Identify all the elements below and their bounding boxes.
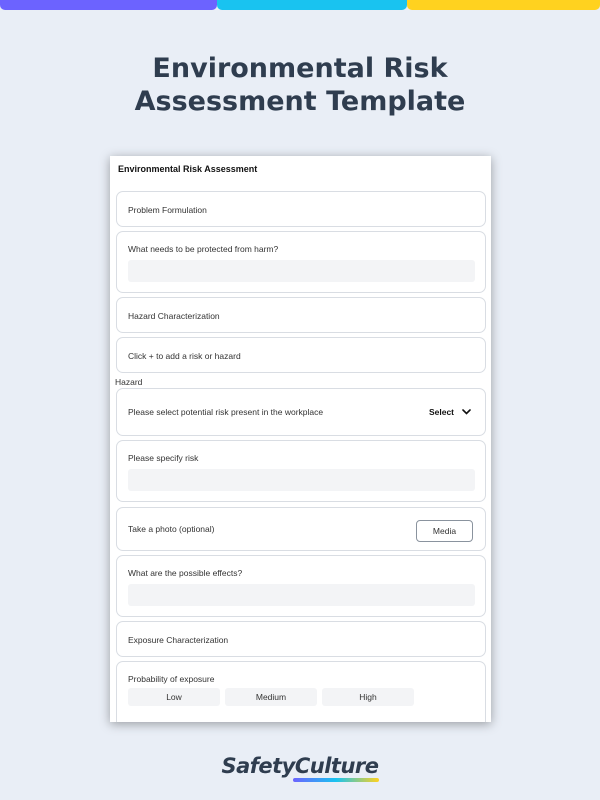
select-risk-label: Please select potential risk present in … bbox=[128, 407, 324, 417]
logo-text: SafetyCulture bbox=[221, 754, 379, 782]
exposure-characterization-label: Exposure Characterization bbox=[128, 635, 229, 645]
exposure-characterization-section[interactable]: Exposure Characterization bbox=[116, 621, 486, 657]
effects-field[interactable] bbox=[128, 584, 475, 606]
add-risk-label: Click + to add a risk or hazard bbox=[128, 351, 241, 361]
logo-wordmark: SafetyCulture bbox=[221, 754, 379, 778]
chevron-down-icon bbox=[462, 409, 471, 415]
probability-label: Probability of exposure bbox=[128, 674, 215, 684]
protect-question-card: What needs to be protected from harm? bbox=[116, 231, 486, 293]
effects-card: What are the possible effects? bbox=[116, 555, 486, 617]
risk-select-value: Select bbox=[428, 407, 454, 417]
protect-question-label: What needs to be protected from harm? bbox=[128, 244, 279, 254]
form-preview: Environmental Risk Assessment Problem Fo… bbox=[110, 156, 491, 722]
color-bar-purple bbox=[0, 0, 217, 10]
photo-card: Take a photo (optional) Media bbox=[116, 507, 486, 551]
add-risk-card[interactable]: Click + to add a risk or hazard bbox=[116, 337, 486, 373]
hazard-section-label: Hazard bbox=[115, 377, 143, 387]
hazard-characterization-section[interactable]: Hazard Characterization bbox=[116, 297, 486, 333]
probability-card: Probability of exposure Low Medium High bbox=[116, 661, 486, 722]
probability-option-high[interactable]: High bbox=[322, 688, 414, 706]
top-color-bar bbox=[0, 0, 600, 10]
risk-select-dropdown[interactable]: Select bbox=[429, 407, 471, 417]
specify-risk-card: Please specify risk bbox=[116, 440, 486, 502]
hazard-characterization-label: Hazard Characterization bbox=[128, 311, 220, 321]
color-bar-cyan bbox=[217, 0, 407, 10]
page-title: Environmental Risk Assessment Template bbox=[0, 52, 600, 118]
media-button[interactable]: Media bbox=[416, 520, 473, 542]
effects-label: What are the possible effects? bbox=[128, 568, 243, 578]
page-title-line-2: Assessment Template bbox=[134, 86, 466, 117]
specify-risk-label: Please specify risk bbox=[128, 453, 199, 463]
form-header: Environmental Risk Assessment bbox=[118, 164, 258, 174]
page-title-line-1: Environmental Risk bbox=[152, 53, 448, 84]
logo-underline bbox=[293, 778, 379, 782]
probability-option-medium[interactable]: Medium bbox=[225, 688, 317, 706]
select-risk-card: Please select potential risk present in … bbox=[116, 388, 486, 436]
problem-formulation-label: Problem Formulation bbox=[128, 205, 207, 215]
photo-label: Take a photo (optional) bbox=[128, 524, 215, 534]
color-bar-yellow bbox=[407, 0, 600, 10]
probability-option-low[interactable]: Low bbox=[128, 688, 220, 706]
protect-answer-field[interactable] bbox=[128, 260, 475, 282]
probability-options: Low Medium High bbox=[128, 688, 414, 706]
problem-formulation-section[interactable]: Problem Formulation bbox=[116, 191, 486, 227]
specify-risk-field[interactable] bbox=[128, 469, 475, 491]
safetyculture-logo: SafetyCulture bbox=[0, 754, 600, 782]
